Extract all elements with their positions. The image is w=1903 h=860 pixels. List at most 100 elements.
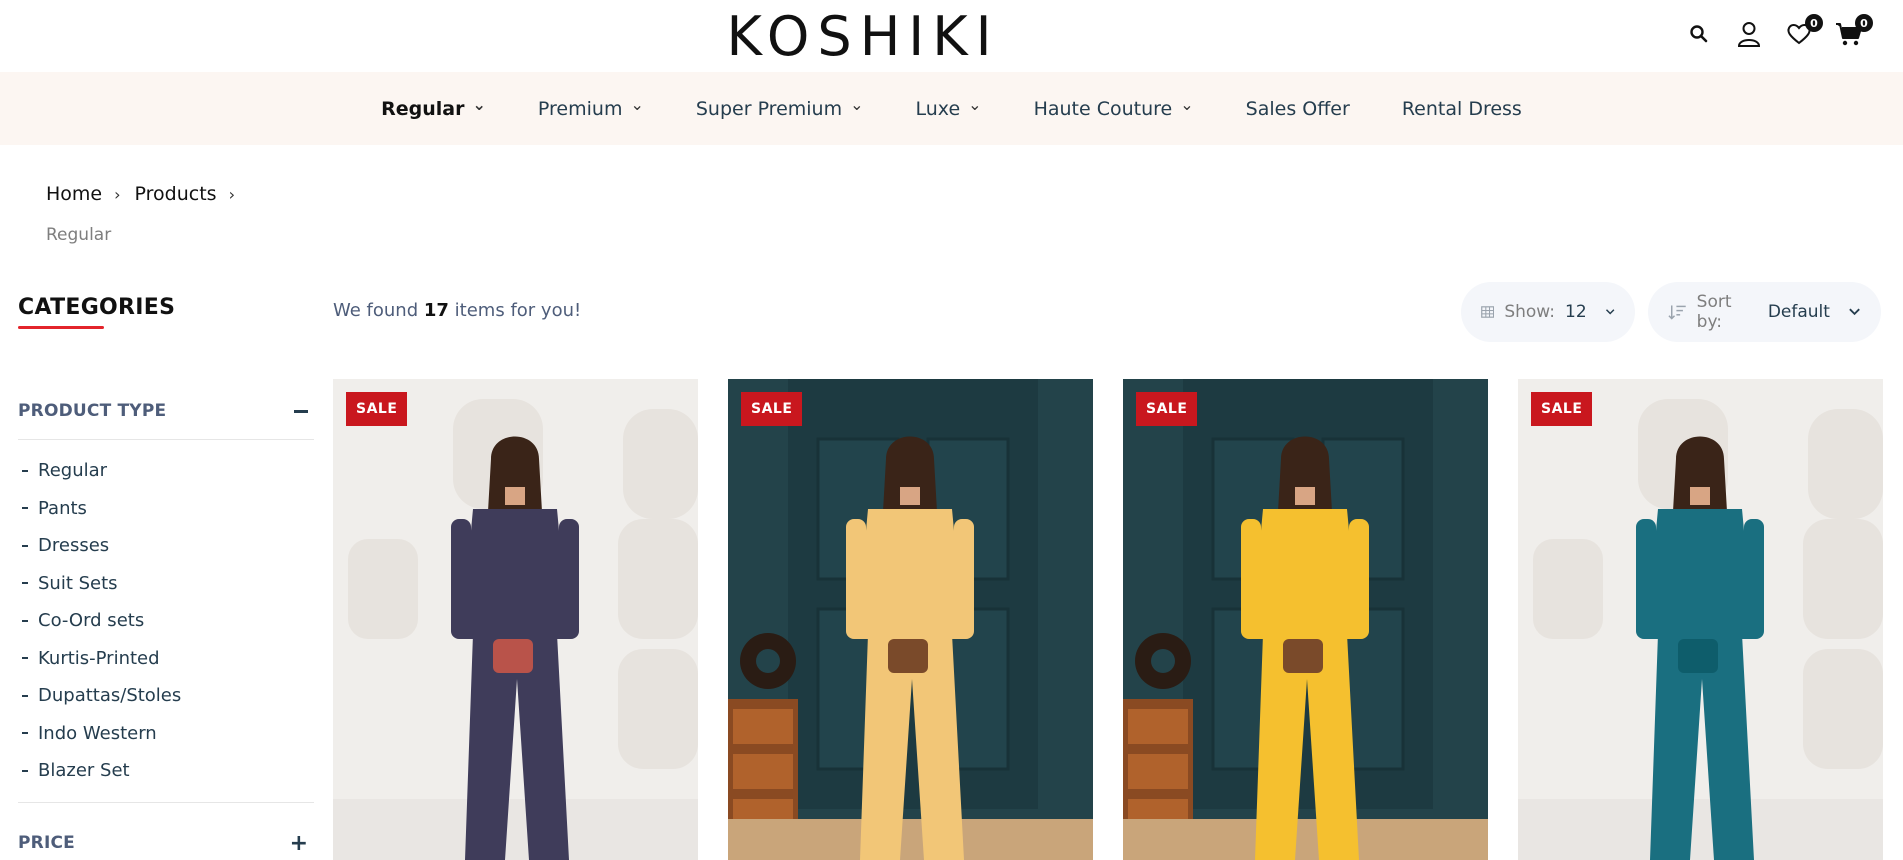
chevron-down-icon: ⌄ [850, 95, 864, 114]
sale-badge: SALE [1531, 392, 1593, 426]
breadcrumb-products[interactable]: Products [135, 183, 217, 205]
chevron-down-icon: ⌄ [630, 95, 644, 114]
chevron-down-icon: ⌄ [1180, 95, 1194, 114]
chevron-down-icon [1605, 309, 1615, 315]
site-header: KOSHIKI 0 0 [0, 0, 1903, 72]
nav-item-super-premium[interactable]: Super Premium ⌄ [670, 72, 890, 145]
expand-icon[interactable]: + [290, 831, 308, 856]
grid-icon [1481, 306, 1495, 318]
main-nav-list: Regular ⌄ Premium ⌄ Super Premium ⌄ Luxe ⌄ Haute… [355, 72, 1548, 145]
breadcrumb-current: Regular [46, 225, 112, 245]
sale-badge: SALE [741, 392, 803, 426]
search-icon[interactable] [1685, 20, 1713, 48]
nav-item-label: Super Premium [695, 97, 843, 120]
nav-item-luxe[interactable]: Luxe ⌄ [890, 72, 1008, 145]
product-type-label: Indo Western [38, 722, 157, 744]
nav-item-label: Luxe [915, 97, 961, 120]
product-type-label: Regular [38, 460, 108, 482]
results-prefix: We found [333, 300, 419, 321]
product-image[interactable] [333, 379, 698, 860]
product-type-label: Kurtis-Printed [38, 647, 160, 669]
product-type-item[interactable]: Dresses [22, 527, 314, 565]
show-label: Show: [1504, 302, 1555, 322]
product-type-header[interactable]: PRODUCT TYPE [18, 401, 314, 440]
sort-icon [1668, 305, 1686, 320]
product-card[interactable]: SALE [728, 379, 1093, 860]
nav-item-regular[interactable]: Regular ⌄ [355, 72, 512, 145]
product-grid: SALE SALE SALE SALE [333, 379, 1883, 860]
product-type-item[interactable]: Indo Western [22, 715, 314, 753]
breadcrumb: Home › Products › [46, 183, 239, 205]
cart-count-badge: 0 [1855, 14, 1873, 32]
product-type-label: Pants [38, 497, 87, 519]
main-nav: Regular ⌄ Premium ⌄ Super Premium ⌄ Luxe ⌄ Haute… [0, 72, 1903, 145]
wishlist-count-badge: 0 [1805, 14, 1823, 32]
collapse-icon[interactable] [294, 409, 308, 413]
breadcrumb-home[interactable]: Home [46, 183, 102, 205]
nav-item-rental-dress[interactable]: Rental Dress [1376, 72, 1548, 145]
results-count: 17 [423, 300, 449, 321]
dash-icon [22, 769, 28, 772]
brand-logo[interactable]: KOSHIKI [726, 5, 993, 68]
product-type-list: Regular Pants Dresses Suit Sets Co-Ord sets K… [18, 440, 314, 803]
dash-icon [22, 694, 28, 697]
sort-label: Sort by: [1696, 292, 1732, 332]
nav-item-haute-couture[interactable]: Haute Couture ⌄ [1008, 72, 1220, 145]
product-image[interactable] [728, 379, 1093, 860]
cart-button[interactable]: 0 [1835, 14, 1873, 48]
nav-item-premium[interactable]: Premium ⌄ [512, 72, 670, 145]
sale-badge: SALE [346, 392, 408, 426]
sort-by-select[interactable]: Sort by: Default [1648, 282, 1881, 342]
sale-badge: SALE [1136, 392, 1198, 426]
product-type-item[interactable]: Dupattas/Stoles [22, 677, 314, 715]
results-count-text: We found 17 items for you! [333, 300, 581, 321]
price-filter-header[interactable]: PRICE + [18, 831, 314, 856]
sidebar: CATEGORIES PRODUCT TYPE Regular Pants Dres… [18, 295, 314, 856]
categories-title: CATEGORIES [18, 295, 176, 320]
chevron-down-icon: ⌄ [968, 95, 982, 114]
price-title: PRICE [18, 833, 75, 853]
product-card[interactable]: SALE [1518, 379, 1883, 860]
dash-icon [22, 657, 28, 660]
product-type-item[interactable]: Regular [22, 452, 314, 490]
product-type-label: Dupattas/Stoles [38, 685, 182, 707]
product-type-label: Co-Ord sets [38, 610, 145, 632]
show-per-page-select[interactable]: Show: 12 [1461, 282, 1635, 342]
wishlist-button[interactable]: 0 [1785, 14, 1823, 48]
product-type-label: Suit Sets [38, 572, 118, 594]
dash-icon [22, 544, 28, 547]
nav-item-label: Haute Couture [1033, 97, 1173, 120]
product-type-item[interactable]: Suit Sets [22, 565, 314, 603]
product-type-item[interactable]: Blazer Set [22, 752, 314, 790]
sort-value: Default [1767, 302, 1830, 322]
user-icon[interactable] [1735, 20, 1763, 48]
dash-icon [22, 619, 28, 622]
product-type-item[interactable]: Co-Ord sets [22, 602, 314, 640]
header-icons: 0 0 [1685, 14, 1873, 52]
nav-item-label: Sales Offer [1245, 97, 1350, 120]
chevron-right-icon: › [228, 184, 235, 204]
product-image[interactable] [1518, 379, 1883, 860]
chevron-right-icon: › [114, 184, 121, 204]
dash-icon [22, 507, 28, 510]
show-value: 12 [1565, 302, 1587, 322]
nav-item-label: Rental Dress [1401, 97, 1522, 120]
product-type-label: Blazer Set [38, 760, 130, 782]
product-type-item[interactable]: Kurtis-Printed [22, 640, 314, 678]
chevron-down-icon: ⌄ [472, 95, 486, 114]
product-type-label: Dresses [38, 535, 110, 557]
product-type-title: PRODUCT TYPE [18, 401, 167, 421]
product-card[interactable]: SALE [333, 379, 698, 860]
nav-item-sales-offer[interactable]: Sales Offer [1220, 72, 1376, 145]
dash-icon [22, 469, 28, 472]
nav-item-label: Premium [537, 97, 623, 120]
results-suffix: items for you! [454, 300, 582, 321]
product-type-item[interactable]: Pants [22, 490, 314, 528]
dash-icon [22, 732, 28, 735]
categories-underline [18, 326, 104, 329]
dash-icon [22, 582, 28, 585]
product-card[interactable]: SALE [1123, 379, 1488, 860]
product-image[interactable] [1123, 379, 1488, 860]
nav-item-label: Regular [381, 97, 465, 120]
chevron-down-icon [1849, 308, 1860, 316]
